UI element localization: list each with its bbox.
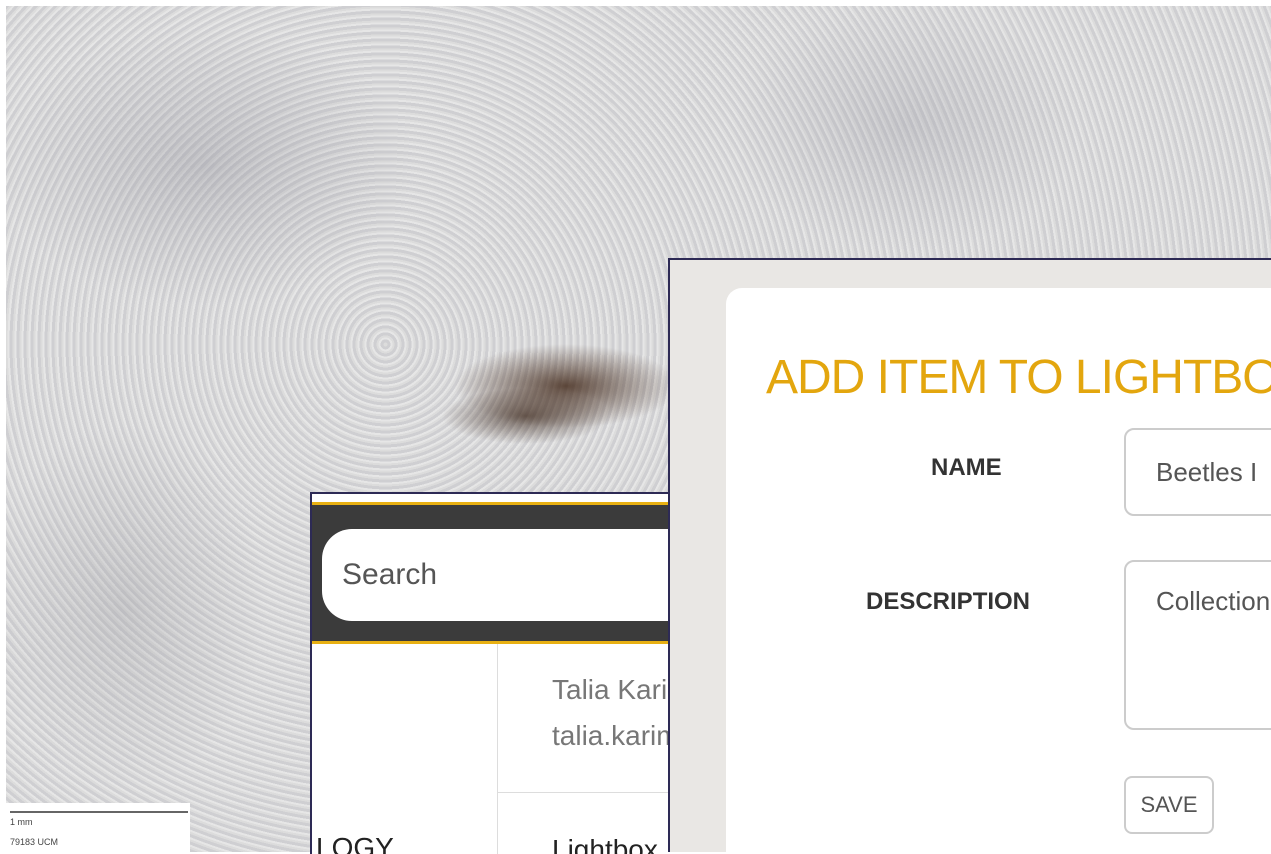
modal-title: ADD ITEM TO LIGHTBOX [766, 351, 1271, 404]
scale-label: 1 mm [10, 817, 33, 827]
description-input[interactable]: Collection [1124, 560, 1271, 730]
search-input[interactable] [322, 529, 692, 621]
specimen-number: 79183 UCM [10, 837, 59, 847]
scale-legend: 1 mm 79183 UCM [6, 803, 190, 852]
add-to-lightbox-modal: ADD ITEM TO LIGHTBOX NAME DESCRIPTION Co… [726, 288, 1271, 852]
nav-item-lightbox[interactable]: Lightbox [552, 834, 658, 854]
name-input[interactable] [1124, 428, 1271, 516]
nav-item-partial[interactable]: LOGY [316, 832, 394, 854]
search-header [312, 502, 692, 644]
column-divider [497, 644, 498, 854]
user-email: talia.karim [552, 720, 680, 751]
description-label: DESCRIPTION [866, 588, 1031, 615]
name-label: NAME [931, 454, 1002, 481]
save-button[interactable]: SAVE [1124, 776, 1214, 834]
search-panel: Talia Karim talia.karim LOGY Lightbox [310, 492, 692, 854]
modal-backdrop: ADD ITEM TO LIGHTBOX NAME DESCRIPTION Co… [668, 258, 1271, 852]
row-divider [497, 792, 692, 793]
scale-bar [10, 811, 188, 813]
